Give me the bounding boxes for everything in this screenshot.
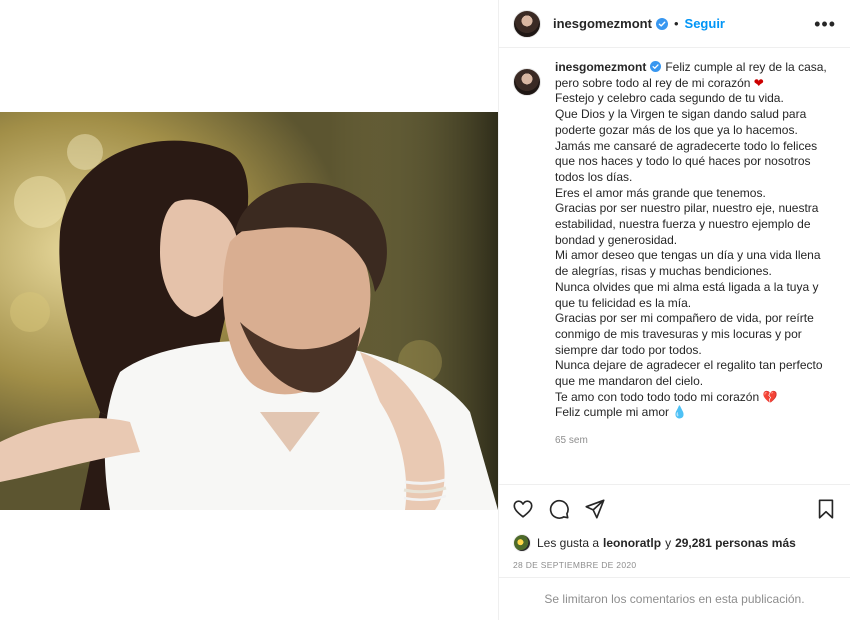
verified-badge-icon — [650, 61, 662, 72]
post-photo[interactable] — [0, 112, 498, 510]
likes-count[interactable]: 29,281 personas más — [675, 536, 796, 550]
post-date[interactable]: 28 de septiembre de 2020 — [513, 560, 636, 570]
blue-drop-emoji: 💧 — [672, 405, 688, 420]
caption-section: inesgomezmont Feliz cumple al rey de la c… — [513, 60, 836, 480]
caption-author-avatar[interactable] — [513, 68, 541, 96]
heart-outline-icon — [513, 499, 533, 518]
comments-disabled-notice: Se limitaron los comentarios en esta pub… — [499, 577, 850, 620]
post-header: inesgomezmont • Seguir ••• — [499, 0, 850, 48]
header-separator: • — [673, 16, 679, 31]
more-options-icon[interactable]: ••• — [814, 15, 836, 33]
save-button[interactable] — [814, 497, 838, 521]
instagram-post-view: inesgomezmont • Seguir ••• inesgomezmont… — [0, 0, 850, 620]
media-column — [0, 0, 498, 620]
caption-line: Gracias por ser mi compañero de vida, po… — [555, 311, 818, 357]
caption-timestamp[interactable]: 65 sem — [555, 433, 836, 449]
likes-prefix: Les gusta a — [537, 536, 600, 550]
caption-username[interactable]: inesgomezmont — [555, 60, 646, 74]
caption-line: Mi amor deseo que tengas un día y una vi… — [555, 248, 824, 279]
caption-love-text: Te amo con todo todo todo mi corazón — [555, 389, 760, 404]
paper-plane-icon — [585, 498, 605, 519]
author-username[interactable]: inesgomezmont — [553, 16, 652, 31]
action-bar — [499, 484, 850, 532]
share-button[interactable] — [583, 497, 607, 521]
broken-heart-emoji: 💔 — [762, 389, 778, 404]
caption-line: Nunca olvides que mi alma está ligada a … — [555, 279, 822, 310]
caption-line: Que Dios y la Virgen te sigan dando salu… — [555, 107, 810, 137]
bookmark-icon — [818, 498, 834, 519]
couple-photo-image — [0, 112, 498, 510]
caption-last-text: Feliz cumple mi amor — [555, 405, 670, 420]
red-heart-emoji: ❤ — [753, 75, 764, 90]
likes-summary: Les gusta a leonoratlp y 29,281 personas… — [513, 532, 836, 554]
verified-badge-icon — [655, 17, 668, 30]
likes-connector: y — [665, 536, 672, 550]
post-sidebar: inesgomezmont • Seguir ••• inesgomezmont… — [498, 0, 850, 620]
author-avatar[interactable] — [513, 9, 541, 38]
caption-line: Eres el amor más grande que tenemos. — [555, 185, 766, 200]
comment-button[interactable] — [547, 497, 571, 521]
caption-love-line: Te amo con todo todo todo mi corazón 💔 — [555, 390, 836, 406]
like-button[interactable] — [511, 497, 535, 521]
caption-line: Jamás me cansaré de agradecerte todo lo … — [555, 138, 821, 184]
liker-avatar[interactable] — [513, 534, 531, 552]
caption-line: Gracias por ser nuestro pilar, nuestro e… — [555, 201, 822, 247]
caption-line: Nunca dejare de agradecer el regalito ta… — [555, 358, 826, 389]
liker-username[interactable]: leonoratlp — [603, 536, 661, 550]
caption-line: Festejo y celebro cada segundo de tu vid… — [555, 91, 784, 106]
comment-bubble-icon — [549, 499, 569, 519]
caption-last-line: Feliz cumple mi amor 💧 — [555, 405, 836, 421]
caption-body: inesgomezmont Feliz cumple al rey de la c… — [555, 60, 836, 480]
follow-button[interactable]: Seguir — [685, 16, 725, 31]
